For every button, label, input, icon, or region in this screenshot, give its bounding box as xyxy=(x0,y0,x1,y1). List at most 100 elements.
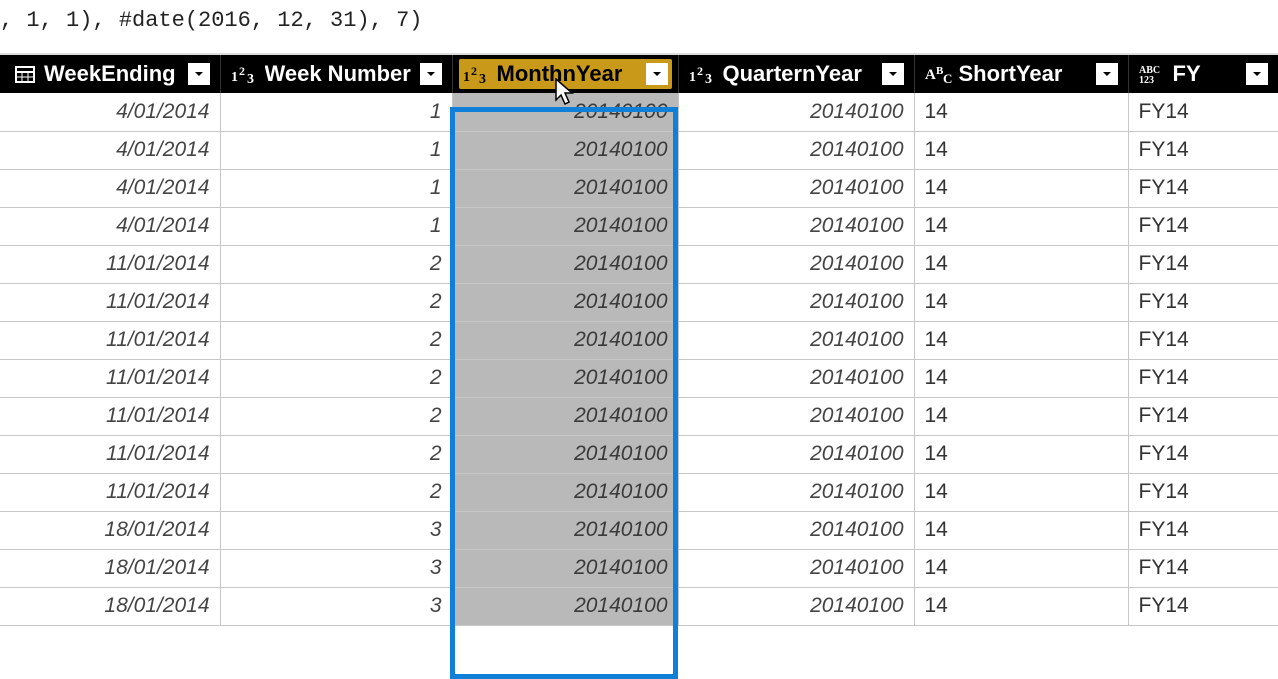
cell-we[interactable]: 11/01/2014 xyxy=(0,359,220,397)
formula-bar[interactable]: , 1, 1), #date(2016, 12, 31), 7) xyxy=(0,0,1278,55)
cell-we[interactable]: 11/01/2014 xyxy=(0,245,220,283)
cell-qny[interactable]: 20140100 xyxy=(678,207,914,245)
table-row[interactable]: 11/01/20142201401002014010014FY14 xyxy=(0,473,1278,511)
cell-mny[interactable]: 20140100 xyxy=(452,131,678,169)
cell-fy[interactable]: FY14 xyxy=(1128,435,1278,473)
cell-fy[interactable]: FY14 xyxy=(1128,397,1278,435)
cell-sy[interactable]: 14 xyxy=(914,321,1128,359)
filter-dropdown-button[interactable] xyxy=(188,63,210,85)
table-row[interactable]: 4/01/20141201401002014010014FY14 xyxy=(0,169,1278,207)
cell-sy[interactable]: 14 xyxy=(914,587,1128,625)
table-row[interactable]: 18/01/20143201401002014010014FY14 xyxy=(0,587,1278,625)
cell-sy[interactable]: 14 xyxy=(914,473,1128,511)
cell-wn[interactable]: 2 xyxy=(220,359,452,397)
cell-we[interactable]: 4/01/2014 xyxy=(0,207,220,245)
cell-we[interactable]: 4/01/2014 xyxy=(0,93,220,131)
cell-qny[interactable]: 20140100 xyxy=(678,321,914,359)
cell-we[interactable]: 11/01/2014 xyxy=(0,321,220,359)
filter-dropdown-button[interactable] xyxy=(1246,63,1268,85)
cell-we[interactable]: 11/01/2014 xyxy=(0,397,220,435)
table-row[interactable]: 11/01/20142201401002014010014FY14 xyxy=(0,435,1278,473)
cell-sy[interactable]: 14 xyxy=(914,283,1128,321)
column-header-quarternyear[interactable]: 1 2 3 QuarternYear xyxy=(678,55,914,93)
cell-wn[interactable]: 2 xyxy=(220,397,452,435)
table-row[interactable]: 11/01/20142201401002014010014FY14 xyxy=(0,283,1278,321)
cell-wn[interactable]: 2 xyxy=(220,321,452,359)
cell-fy[interactable]: FY14 xyxy=(1128,359,1278,397)
cell-sy[interactable]: 14 xyxy=(914,435,1128,473)
cell-qny[interactable]: 20140100 xyxy=(678,169,914,207)
cell-sy[interactable]: 14 xyxy=(914,511,1128,549)
filter-dropdown-button[interactable] xyxy=(646,63,668,85)
cell-fy[interactable]: FY14 xyxy=(1128,321,1278,359)
cell-qny[interactable]: 20140100 xyxy=(678,131,914,169)
cell-qny[interactable]: 20140100 xyxy=(678,511,914,549)
cell-wn[interactable]: 1 xyxy=(220,207,452,245)
cell-wn[interactable]: 2 xyxy=(220,435,452,473)
cell-fy[interactable]: FY14 xyxy=(1128,511,1278,549)
table-row[interactable]: 4/01/20141201401002014010014FY14 xyxy=(0,207,1278,245)
cell-mny[interactable]: 20140100 xyxy=(452,169,678,207)
cell-sy[interactable]: 14 xyxy=(914,245,1128,283)
cell-wn[interactable]: 2 xyxy=(220,473,452,511)
table-row[interactable]: 11/01/20142201401002014010014FY14 xyxy=(0,321,1278,359)
cell-mny[interactable]: 20140100 xyxy=(452,93,678,131)
cell-we[interactable]: 11/01/2014 xyxy=(0,283,220,321)
table-row[interactable]: 18/01/20143201401002014010014FY14 xyxy=(0,549,1278,587)
cell-wn[interactable]: 2 xyxy=(220,245,452,283)
cell-wn[interactable]: 3 xyxy=(220,587,452,625)
cell-qny[interactable]: 20140100 xyxy=(678,587,914,625)
cell-fy[interactable]: FY14 xyxy=(1128,207,1278,245)
cell-qny[interactable]: 20140100 xyxy=(678,397,914,435)
cell-wn[interactable]: 3 xyxy=(220,511,452,549)
filter-dropdown-button[interactable] xyxy=(1096,63,1118,85)
cell-sy[interactable]: 14 xyxy=(914,93,1128,131)
cell-mny[interactable]: 20140100 xyxy=(452,359,678,397)
cell-we[interactable]: 18/01/2014 xyxy=(0,511,220,549)
cell-sy[interactable]: 14 xyxy=(914,131,1128,169)
cell-mny[interactable]: 20140100 xyxy=(452,283,678,321)
cell-we[interactable]: 11/01/2014 xyxy=(0,435,220,473)
filter-dropdown-button[interactable] xyxy=(420,63,442,85)
cell-wn[interactable]: 1 xyxy=(220,93,452,131)
cell-qny[interactable]: 20140100 xyxy=(678,93,914,131)
table-row[interactable]: 4/01/20141201401002014010014FY14 xyxy=(0,93,1278,131)
cell-mny[interactable]: 20140100 xyxy=(452,587,678,625)
column-header-weeknumber[interactable]: 1 2 3 Week Number xyxy=(220,55,452,93)
cell-fy[interactable]: FY14 xyxy=(1128,587,1278,625)
cell-we[interactable]: 18/01/2014 xyxy=(0,587,220,625)
cell-we[interactable]: 4/01/2014 xyxy=(0,169,220,207)
cell-mny[interactable]: 20140100 xyxy=(452,245,678,283)
cell-mny[interactable]: 20140100 xyxy=(452,511,678,549)
cell-sy[interactable]: 14 xyxy=(914,359,1128,397)
cell-qny[interactable]: 20140100 xyxy=(678,283,914,321)
cell-sy[interactable]: 14 xyxy=(914,207,1128,245)
cell-fy[interactable]: FY14 xyxy=(1128,131,1278,169)
cell-mny[interactable]: 20140100 xyxy=(452,549,678,587)
cell-mny[interactable]: 20140100 xyxy=(452,321,678,359)
cell-sy[interactable]: 14 xyxy=(914,397,1128,435)
cell-qny[interactable]: 20140100 xyxy=(678,549,914,587)
cell-qny[interactable]: 20140100 xyxy=(678,359,914,397)
table-row[interactable]: 11/01/20142201401002014010014FY14 xyxy=(0,397,1278,435)
cell-wn[interactable]: 3 xyxy=(220,549,452,587)
cell-fy[interactable]: FY14 xyxy=(1128,283,1278,321)
table-row[interactable]: 18/01/20143201401002014010014FY14 xyxy=(0,511,1278,549)
cell-we[interactable]: 11/01/2014 xyxy=(0,473,220,511)
cell-fy[interactable]: FY14 xyxy=(1128,245,1278,283)
table-row[interactable]: 11/01/20142201401002014010014FY14 xyxy=(0,245,1278,283)
cell-we[interactable]: 4/01/2014 xyxy=(0,131,220,169)
cell-wn[interactable]: 1 xyxy=(220,169,452,207)
cell-qny[interactable]: 20140100 xyxy=(678,473,914,511)
column-header-fy[interactable]: ABC 123 FY xyxy=(1128,55,1278,93)
cell-mny[interactable]: 20140100 xyxy=(452,397,678,435)
cell-fy[interactable]: FY14 xyxy=(1128,93,1278,131)
cell-qny[interactable]: 20140100 xyxy=(678,435,914,473)
cell-qny[interactable]: 20140100 xyxy=(678,245,914,283)
cell-we[interactable]: 18/01/2014 xyxy=(0,549,220,587)
table-row[interactable]: 4/01/20141201401002014010014FY14 xyxy=(0,131,1278,169)
table-row[interactable]: 11/01/20142201401002014010014FY14 xyxy=(0,359,1278,397)
column-header-monthnyear[interactable]: 1 2 3 MonthnYear xyxy=(452,55,678,93)
cell-fy[interactable]: FY14 xyxy=(1128,169,1278,207)
cell-fy[interactable]: FY14 xyxy=(1128,549,1278,587)
